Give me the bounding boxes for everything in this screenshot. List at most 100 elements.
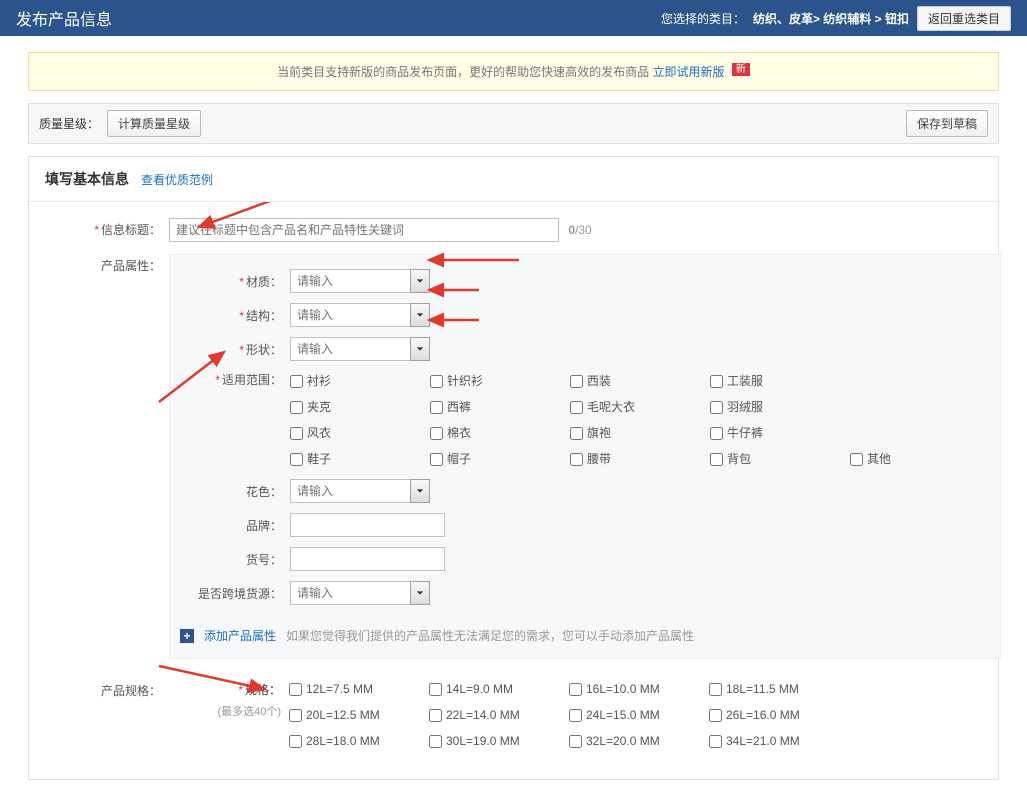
scope-checkbox[interactable]	[290, 453, 303, 466]
add-attr-row: + 添加产品属性 如果您觉得我们提供的产品属性无法满足您的需求，您可以手动添加产…	[180, 615, 990, 644]
notice-text: 当前类目支持新版的商品发布页面，更好的帮助您快速高效的发布商品	[277, 65, 649, 79]
structure-dropdown-button[interactable]	[410, 303, 430, 327]
scope-item[interactable]: 腰带	[570, 449, 710, 469]
spec-checkbox[interactable]	[429, 683, 442, 696]
spec-checkbox[interactable]	[709, 735, 722, 748]
shape-dropdown-button[interactable]	[410, 337, 430, 361]
notice-banner: 当前类目支持新版的商品发布页面，更好的帮助您快速高效的发布商品 立即试用新版 新	[28, 52, 999, 91]
scope-checkbox[interactable]	[430, 375, 443, 388]
attr-color-row: 花色：	[180, 479, 990, 503]
color-select[interactable]	[290, 479, 430, 503]
scope-checkbox[interactable]	[710, 401, 723, 414]
page-header: 发布产品信息 您选择的类目： 纺织、皮革> 纺织辅料 > 钮扣 返回重选类目	[0, 0, 1027, 36]
calc-quality-button[interactable]: 计算质量星级	[107, 110, 201, 137]
scope-item[interactable]: 毛呢大衣	[570, 397, 710, 417]
spec-checkbox[interactable]	[569, 735, 582, 748]
scope-item[interactable]: 风衣	[290, 423, 430, 443]
scope-checkbox[interactable]	[430, 401, 443, 414]
brand-input[interactable]	[290, 513, 445, 537]
color-dropdown-button[interactable]	[410, 479, 430, 503]
scope-item[interactable]: 西裤	[430, 397, 570, 417]
add-attr-hint: 如果您觉得我们提供的产品属性无法满足您的需求，您可以手动添加产品属性	[286, 627, 694, 644]
scope-item[interactable]: 夹克	[290, 397, 430, 417]
scope-checkbox[interactable]	[570, 375, 583, 388]
material-dropdown-button[interactable]	[410, 269, 430, 293]
spec-checkbox[interactable]	[429, 709, 442, 722]
scope-checkbox[interactable]	[570, 401, 583, 414]
scope-checkbox[interactable]	[430, 427, 443, 440]
spec-checkbox[interactable]	[289, 709, 302, 722]
spec-checkbox[interactable]	[709, 709, 722, 722]
scope-item[interactable]: 旗袍	[570, 423, 710, 443]
scope-item[interactable]: 工装服	[710, 371, 850, 391]
save-draft-button[interactable]: 保存到草稿	[906, 110, 988, 137]
scope-item[interactable]: 针织衫	[430, 371, 570, 391]
spec-item[interactable]: 18L=11.5 MM	[709, 679, 849, 699]
scope-item-label: 腰带	[587, 449, 611, 469]
cross-select[interactable]	[290, 581, 430, 605]
shape-select[interactable]	[290, 337, 430, 361]
spec-item[interactable]: 30L=19.0 MM	[429, 731, 569, 751]
spec-item[interactable]: 34L=21.0 MM	[709, 731, 849, 751]
scope-checkbox[interactable]	[710, 427, 723, 440]
scope-checkbox[interactable]	[710, 375, 723, 388]
scope-item[interactable]: 牛仔裤	[710, 423, 850, 443]
cross-input[interactable]	[290, 581, 410, 605]
spec-item[interactable]: 16L=10.0 MM	[569, 679, 709, 699]
scope-checkbox[interactable]	[430, 453, 443, 466]
scope-item[interactable]: 棉衣	[430, 423, 570, 443]
scope-item[interactable]: 羽绒服	[710, 397, 850, 417]
scope-item[interactable]: 衬衫	[290, 371, 430, 391]
scope-checkbox[interactable]	[570, 453, 583, 466]
scope-item[interactable]: 鞋子	[290, 449, 430, 469]
scope-item-label: 旗袍	[587, 423, 611, 443]
scope-item[interactable]: 帽子	[430, 449, 570, 469]
spec-item[interactable]: 14L=9.0 MM	[429, 679, 569, 699]
scope-checkbox[interactable]	[290, 427, 303, 440]
scope-item[interactable]: 西装	[570, 371, 710, 391]
scope-checkbox[interactable]	[570, 427, 583, 440]
spec-item[interactable]: 12L=7.5 MM	[289, 679, 429, 699]
spec-item[interactable]: 22L=14.0 MM	[429, 705, 569, 725]
spec-checkbox[interactable]	[289, 735, 302, 748]
back-category-button[interactable]: 返回重选类目	[917, 6, 1011, 31]
spec-item[interactable]: 20L=12.5 MM	[289, 705, 429, 725]
scope-item-label: 鞋子	[307, 449, 331, 469]
chevron-down-icon	[416, 589, 424, 597]
add-attr-link[interactable]: 添加产品属性	[204, 627, 276, 644]
shape-input[interactable]	[290, 337, 410, 361]
color-input[interactable]	[290, 479, 410, 503]
spec-checkbox[interactable]	[569, 709, 582, 722]
title-counter: 0/30	[568, 223, 591, 237]
notice-link[interactable]: 立即试用新版	[653, 65, 725, 79]
scope-checkbox[interactable]	[850, 453, 863, 466]
scope-checkbox[interactable]	[290, 401, 303, 414]
artno-input[interactable]	[290, 547, 445, 571]
scope-item-label: 牛仔裤	[727, 423, 763, 443]
spec-item[interactable]: 24L=15.0 MM	[569, 705, 709, 725]
title-input[interactable]	[169, 218, 559, 242]
example-link[interactable]: 查看优质范例	[141, 171, 213, 188]
scope-item-label: 背包	[727, 449, 751, 469]
spec-checkbox[interactable]	[569, 683, 582, 696]
structure-input[interactable]	[290, 303, 410, 327]
scope-item[interactable]: 其他	[850, 449, 990, 469]
title-label: *信息标题：	[49, 218, 169, 242]
scope-checkbox[interactable]	[710, 453, 723, 466]
spec-item[interactable]: 26L=16.0 MM	[709, 705, 849, 725]
material-select[interactable]	[290, 269, 430, 293]
attr-cross-row: 是否跨境货源：	[180, 581, 990, 605]
spec-checkbox[interactable]	[709, 683, 722, 696]
spec-item[interactable]: 28L=18.0 MM	[289, 731, 429, 751]
spec-item-label: 18L=11.5 MM	[726, 679, 799, 699]
material-input[interactable]	[290, 269, 410, 293]
cross-dropdown-button[interactable]	[410, 581, 430, 605]
scope-checkbox[interactable]	[290, 375, 303, 388]
scope-item-label: 西裤	[447, 397, 471, 417]
spec-checkbox[interactable]	[289, 683, 302, 696]
scope-item[interactable]: 背包	[710, 449, 850, 469]
spec-checkbox[interactable]	[429, 735, 442, 748]
spec-item[interactable]: 32L=20.0 MM	[569, 731, 709, 751]
spec-item-label: 20L=12.5 MM	[306, 705, 380, 725]
structure-select[interactable]	[290, 303, 430, 327]
